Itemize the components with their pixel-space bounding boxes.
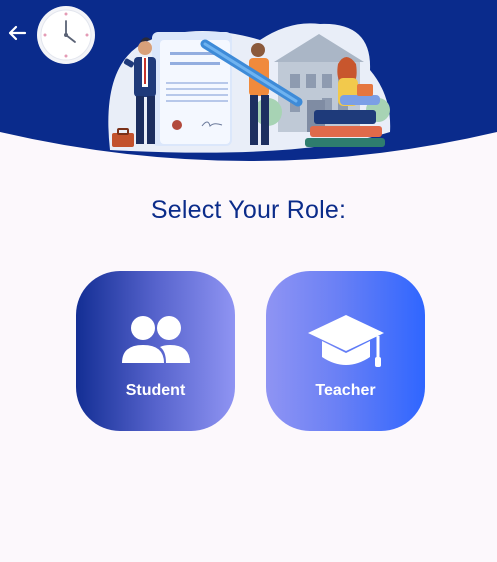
briefcase	[112, 133, 134, 147]
student-role-label: Student	[125, 382, 186, 399]
teacher-role-label: Teacher	[315, 382, 376, 399]
graduation-cap-icon	[266, 311, 425, 375]
clock-icon	[37, 6, 95, 64]
page-title: Select Your Role:	[150, 196, 347, 224]
users-icon	[76, 311, 235, 375]
student-role-button[interactable]: Student	[76, 271, 235, 431]
teacher-role-button[interactable]: Teacher	[266, 271, 425, 431]
arrow-left-icon	[7, 23, 27, 48]
back-button[interactable]	[4, 22, 30, 48]
